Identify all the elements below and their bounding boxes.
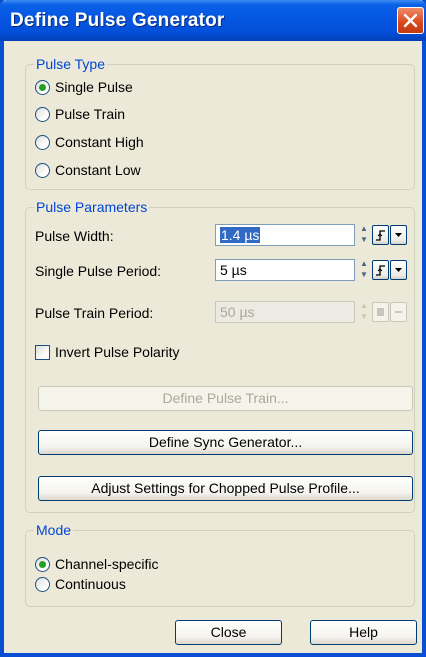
radio-button[interactable] (35, 107, 50, 122)
radio-button[interactable] (35, 135, 50, 150)
radio-label: Single Pulse (55, 79, 133, 95)
help-button[interactable]: Help (310, 620, 417, 645)
window-title: Define Pulse Generator (10, 10, 225, 31)
close-icon (403, 13, 418, 28)
pulse-width-value: 1.4 µs (220, 227, 261, 243)
adjust-settings-button[interactable]: Adjust Settings for Chopped Pulse Profil… (38, 476, 413, 501)
mode-legend: Mode (34, 522, 74, 538)
checkbox-label: Invert Pulse Polarity (55, 344, 180, 360)
radio-button[interactable] (35, 163, 50, 178)
pulse-width-input[interactable]: 1.4 µs (215, 224, 355, 246)
pulse-train-period-label: Pulse Train Period: (35, 305, 154, 321)
pulse-width-label: Pulse Width: (35, 228, 114, 244)
chevron-down-icon (395, 233, 402, 237)
pulse-width-edge-button[interactable] (372, 225, 389, 245)
spin-up-icon[interactable]: ▲ (357, 224, 371, 234)
close-button[interactable]: Close (175, 620, 282, 645)
single-pulse-period-edge-button[interactable] (372, 260, 389, 280)
pulse-width-dropdown-button[interactable] (390, 225, 407, 245)
radio-button[interactable] (35, 80, 50, 95)
spin-down-icon[interactable]: ▼ (357, 235, 371, 245)
pulse-edge-icon (376, 265, 385, 276)
pulse-train-period-edge-button[interactable] (372, 302, 389, 322)
pulse-parameters-legend: Pulse Parameters (34, 199, 150, 215)
define-pulse-train-button[interactable]: Define Pulse Train... (38, 386, 413, 411)
pulse-edge-icon (376, 230, 385, 241)
radio-label: Continuous (55, 576, 126, 592)
spin-down-icon[interactable]: ▼ (357, 270, 371, 280)
spin-down-icon[interactable]: ▼ (357, 312, 371, 322)
single-pulse-period-input[interactable]: 5 µs (215, 259, 355, 281)
single-pulse-period-dropdown-button[interactable] (390, 260, 407, 280)
dialog-window: Define Pulse Generator Pulse Type Single… (0, 0, 426, 657)
radio-label: Constant High (55, 134, 144, 150)
pulse-width-spinner[interactable]: ▲ ▼ (357, 224, 371, 246)
pulse-parameters-group: Pulse Parameters (25, 199, 415, 513)
checkbox[interactable] (35, 345, 50, 360)
close-window-button[interactable] (397, 7, 424, 34)
radio-label: Pulse Train (55, 106, 126, 122)
single-pulse-period-label: Single Pulse Period: (35, 263, 162, 279)
radio-label: Channel-specific (55, 556, 159, 572)
spin-up-icon[interactable]: ▲ (357, 301, 371, 311)
title-bar[interactable]: Define Pulse Generator (0, 0, 426, 41)
radio-button[interactable] (35, 557, 50, 572)
pulse-type-legend: Pulse Type (34, 56, 108, 72)
pulse-train-period-spinner[interactable]: ▲ ▼ (357, 301, 371, 323)
pulse-edge-icon (377, 308, 384, 316)
define-sync-generator-button[interactable]: Define Sync Generator... (38, 430, 413, 455)
pulse-train-period-dropdown-button[interactable] (390, 302, 407, 322)
single-pulse-period-spinner[interactable]: ▲ ▼ (357, 259, 371, 281)
radio-button[interactable] (35, 577, 50, 592)
spin-up-icon[interactable]: ▲ (357, 259, 371, 269)
dash-icon (395, 311, 402, 313)
radio-label: Constant Low (55, 162, 141, 178)
pulse-train-period-input[interactable]: 50 µs (215, 301, 355, 323)
chevron-down-icon (395, 268, 402, 272)
